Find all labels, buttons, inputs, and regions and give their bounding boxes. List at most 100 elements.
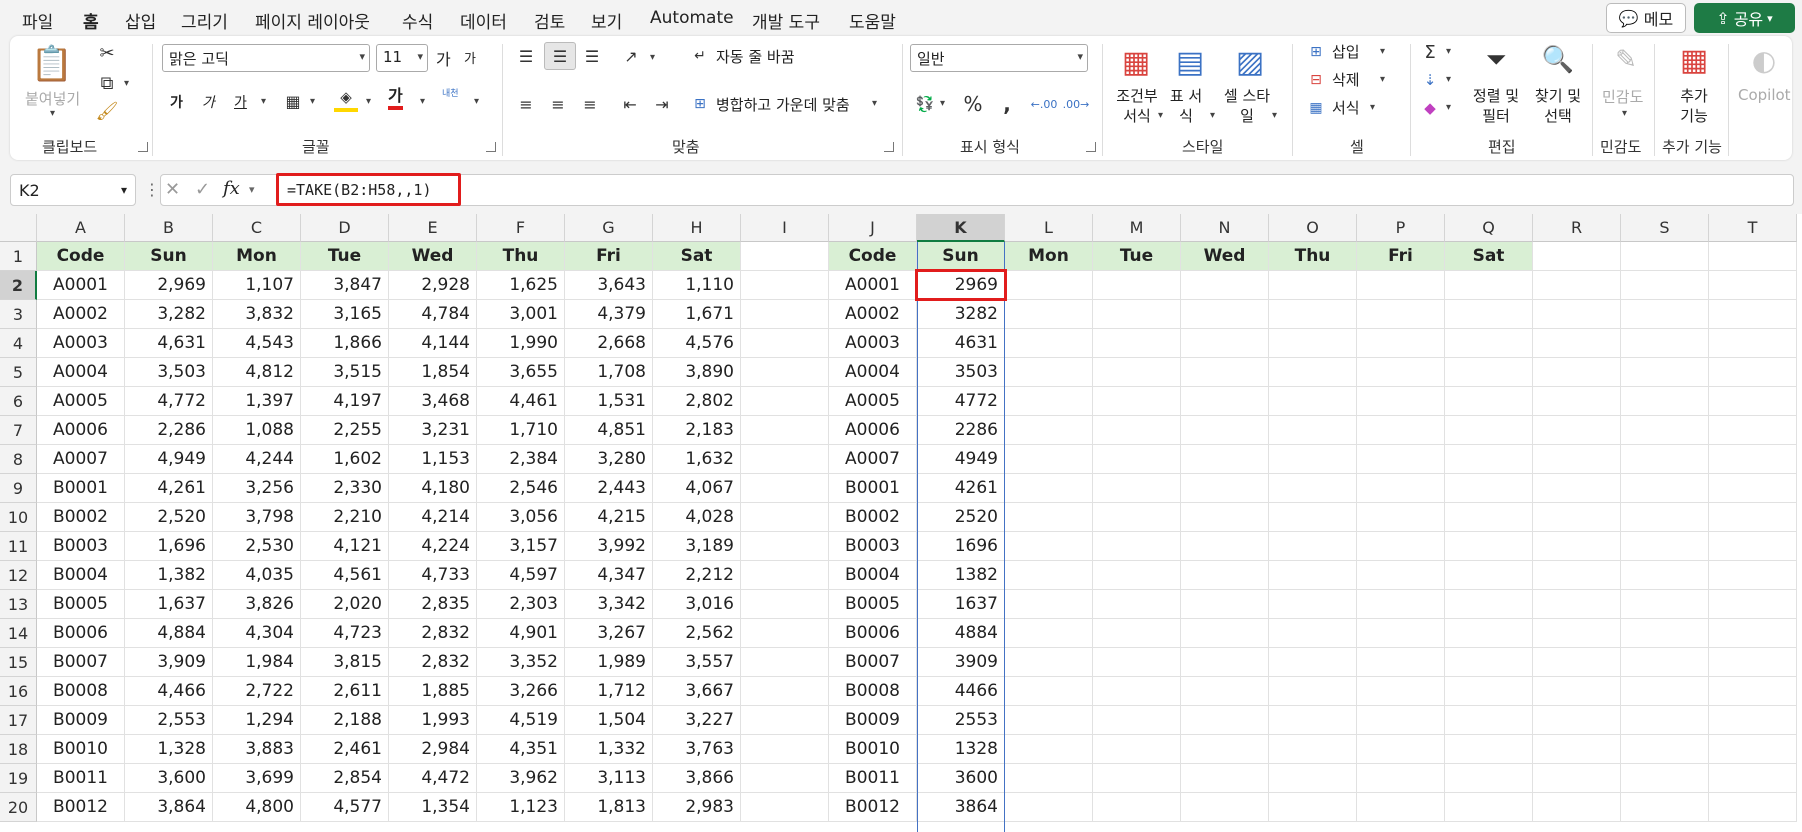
cell[interactable] — [1709, 416, 1797, 445]
cell[interactable] — [1269, 271, 1357, 300]
value-cell[interactable]: 2,832 — [389, 619, 477, 648]
value-cell[interactable]: 2,984 — [389, 735, 477, 764]
column-header-p[interactable]: P — [1357, 214, 1445, 242]
cell[interactable] — [1357, 532, 1445, 561]
value-cell[interactable]: 1,332 — [565, 735, 653, 764]
cell[interactable] — [741, 532, 829, 561]
code-cell[interactable]: B0003 — [829, 532, 917, 561]
column-header-h[interactable]: H — [653, 214, 741, 242]
cell[interactable] — [1533, 503, 1621, 532]
value-cell[interactable]: 3,001 — [477, 300, 565, 329]
format-as-table-button[interactable]: 표 서식 — [1168, 86, 1204, 126]
cell[interactable] — [1709, 387, 1797, 416]
paste-icon[interactable]: 📋 — [30, 42, 74, 86]
cell[interactable] — [1709, 474, 1797, 503]
cell[interactable] — [1709, 532, 1797, 561]
code-cell[interactable]: B0012 — [37, 793, 125, 822]
cell[interactable] — [1357, 329, 1445, 358]
cell[interactable] — [1357, 793, 1445, 822]
insert-cells-icon[interactable]: ⊞ — [1304, 40, 1328, 64]
value-cell[interactable]: 4,351 — [477, 735, 565, 764]
value-cell[interactable]: 4,347 — [565, 561, 653, 590]
cell[interactable] — [1621, 474, 1709, 503]
copilot-button[interactable]: Copilot — [1738, 86, 1791, 104]
cell[interactable] — [1357, 503, 1445, 532]
value-cell[interactable]: 1,397 — [213, 387, 301, 416]
value-cell[interactable]: 4,949 — [125, 445, 213, 474]
insert-function-icon[interactable]: fx — [223, 178, 240, 199]
value-cell[interactable]: 3,798 — [213, 503, 301, 532]
cell[interactable] — [1621, 648, 1709, 677]
value-cell[interactable]: 1,671 — [653, 300, 741, 329]
value-cell[interactable]: 4,800 — [213, 793, 301, 822]
cell[interactable] — [1269, 532, 1357, 561]
value-cell[interactable]: 2,188 — [301, 706, 389, 735]
dialog-launcher-icon[interactable] — [486, 142, 496, 152]
table-header-cell[interactable]: Code — [829, 242, 917, 271]
value-cell[interactable]: 2,969 — [125, 271, 213, 300]
cell[interactable] — [1709, 561, 1797, 590]
value-cell[interactable]: 3,890 — [653, 358, 741, 387]
column-header-d[interactable]: D — [301, 214, 389, 242]
value-cell[interactable]: 3,866 — [653, 764, 741, 793]
value-cell[interactable]: 1,710 — [477, 416, 565, 445]
value-cell[interactable]: 4,214 — [389, 503, 477, 532]
value-cell[interactable]: 3,113 — [565, 764, 653, 793]
value-cell[interactable]: 3,468 — [389, 387, 477, 416]
code-cell[interactable]: A0002 — [829, 300, 917, 329]
cell[interactable] — [1181, 706, 1269, 735]
insert-cells-button[interactable]: 삽입 — [1332, 41, 1360, 62]
spill-value-cell[interactable]: 2969 — [917, 271, 1005, 300]
value-cell[interactable]: 4,461 — [477, 387, 565, 416]
merge-center-icon[interactable]: ⊞ — [688, 92, 712, 116]
cell[interactable] — [1269, 387, 1357, 416]
row-header-9[interactable]: 9 — [0, 474, 37, 503]
cell[interactable] — [1005, 619, 1093, 648]
value-cell[interactable]: 4,028 — [653, 503, 741, 532]
value-cell[interactable]: 3,267 — [565, 619, 653, 648]
cell[interactable] — [1709, 329, 1797, 358]
table-header-cell[interactable]: Tue — [301, 242, 389, 271]
dialog-launcher-icon[interactable] — [884, 142, 894, 152]
add-ins-icon[interactable]: ▦ — [1674, 40, 1714, 80]
cell[interactable] — [1709, 271, 1797, 300]
cell[interactable] — [1533, 590, 1621, 619]
value-cell[interactable]: 3,280 — [565, 445, 653, 474]
value-cell[interactable]: 4,215 — [565, 503, 653, 532]
value-cell[interactable]: 4,851 — [565, 416, 653, 445]
cell[interactable] — [1621, 387, 1709, 416]
code-cell[interactable]: B0011 — [37, 764, 125, 793]
table-header-cell[interactable]: Mon — [213, 242, 301, 271]
column-header-l[interactable]: L — [1005, 214, 1093, 242]
fill-icon[interactable]: ⇣ — [1418, 68, 1442, 92]
font-name-combo[interactable]: 맑은 고딕 ▾ — [162, 44, 370, 72]
value-cell[interactable]: 4,784 — [389, 300, 477, 329]
row-header-18[interactable]: 18 — [0, 735, 37, 764]
cell[interactable] — [1093, 735, 1181, 764]
value-cell[interactable]: 4,543 — [213, 329, 301, 358]
spreadsheet-grid[interactable]: A B C D E F G H I J K L M N O P Q R S T 1 2 3 4 5 6 7 8 9 10 11 12 13 14 1… — [0, 214, 1802, 832]
cell[interactable] — [1269, 445, 1357, 474]
font-color-button[interactable]: 가 — [388, 86, 403, 110]
value-cell[interactable]: 3,600 — [125, 764, 213, 793]
table-header-cell[interactable]: Fri — [565, 242, 653, 271]
cell[interactable] — [1093, 300, 1181, 329]
cell[interactable] — [1533, 271, 1621, 300]
code-cell[interactable]: A0002 — [37, 300, 125, 329]
cell[interactable] — [1181, 300, 1269, 329]
column-header-m[interactable]: M — [1093, 214, 1181, 242]
bold-button[interactable]: 가 — [170, 92, 183, 112]
cell[interactable] — [1005, 300, 1093, 329]
value-cell[interactable]: 2,553 — [125, 706, 213, 735]
table-header-cell[interactable]: Thu — [477, 242, 565, 271]
cell[interactable] — [1005, 474, 1093, 503]
value-cell[interactable]: 4,067 — [653, 474, 741, 503]
cell[interactable] — [1445, 648, 1533, 677]
value-cell[interactable]: 1,990 — [477, 329, 565, 358]
find-select-button[interactable]: 찾기 및 선택 — [1526, 86, 1590, 126]
cell[interactable] — [1357, 358, 1445, 387]
merge-center-button[interactable]: 병합하고 가운데 맞춤 — [716, 94, 850, 115]
cell[interactable] — [1181, 793, 1269, 822]
number-format-combo[interactable]: 일반 ▾ — [910, 44, 1088, 72]
value-cell[interactable]: 2,722 — [213, 677, 301, 706]
